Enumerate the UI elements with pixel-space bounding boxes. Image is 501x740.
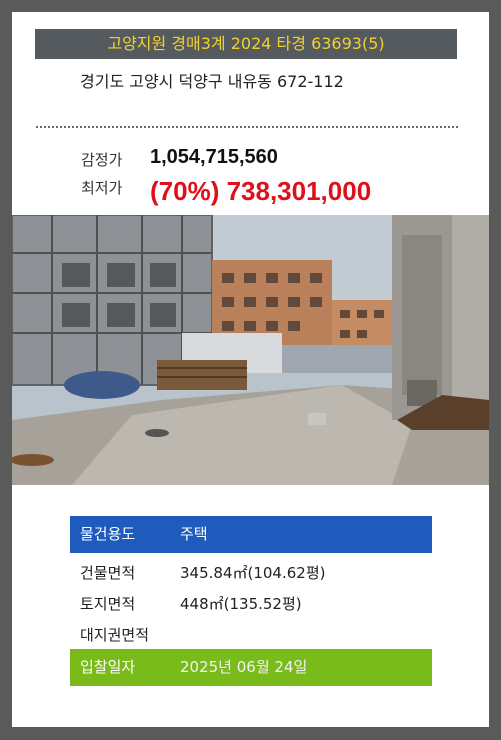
appraisal-value: 1,054,715,560 — [150, 146, 278, 168]
case-title: 고양지원 경매3계 2024 타경 63693(5) — [35, 29, 457, 59]
auction-card: 고양지원 경매3계 2024 타경 63693(5) 경기도 고양시 덕양구 내… — [12, 12, 489, 727]
bid-date-label: 입찰일자 — [80, 658, 136, 676]
usage-label: 물건용도 — [80, 525, 136, 543]
bid-date-value: 2025년 06월 24일 — [180, 658, 308, 676]
usage-value: 주택 — [180, 525, 208, 543]
minimum-price-label: 최저가 — [81, 179, 123, 197]
property-address: 경기도 고양시 덕양구 내유동 672-112 — [80, 72, 344, 91]
property-photo — [12, 215, 489, 485]
minimum-price-value: (70%) 738,301,000 — [150, 176, 372, 206]
usage-row: 물건용도 주택 — [70, 516, 432, 553]
dotted-divider — [36, 126, 458, 128]
appraisal-label: 감정가 — [81, 151, 123, 169]
bid-date-row: 입찰일자 2025년 06월 24일 — [70, 649, 432, 686]
